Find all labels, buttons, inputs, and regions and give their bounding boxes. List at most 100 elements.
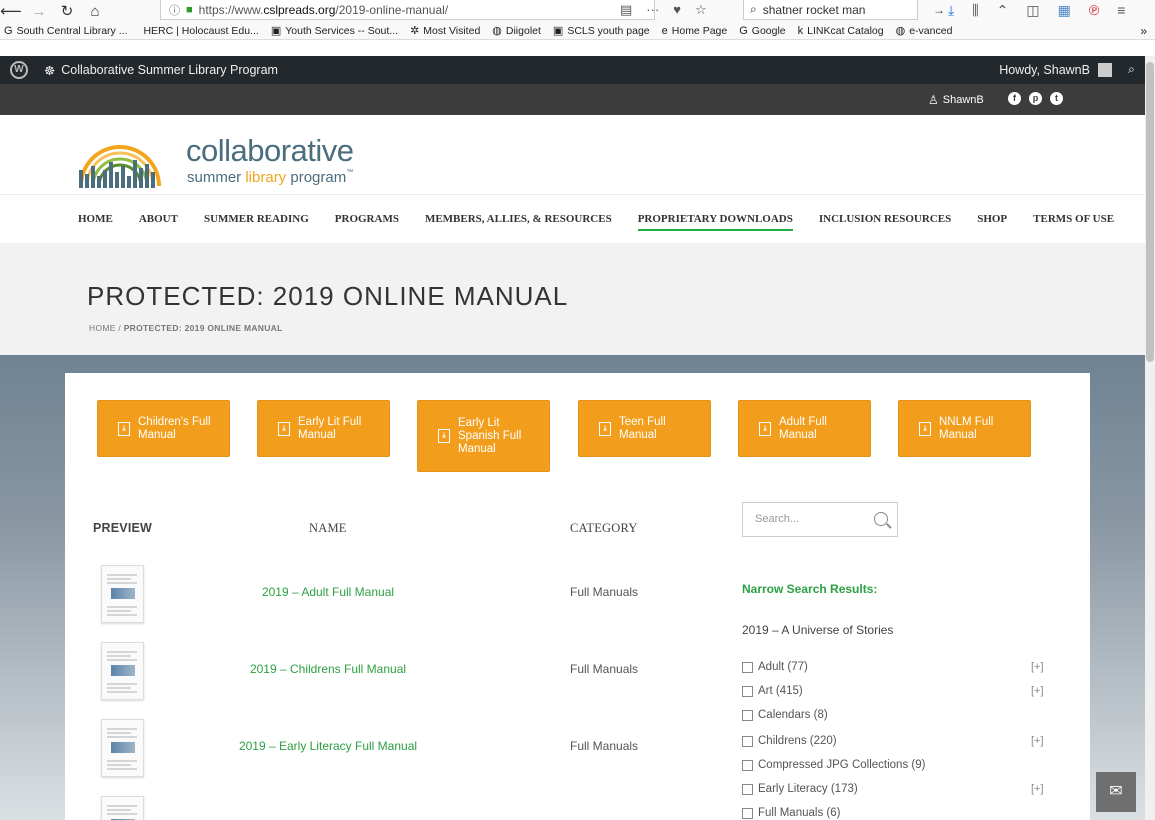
search-go-icon[interactable]: → [933, 3, 945, 17]
bookmark-icon: G [4, 24, 13, 37]
column-header-name[interactable]: NAME [309, 521, 347, 536]
admin-bar-site[interactable]: ☸ Collaborative Summer Library Program [44, 63, 278, 78]
manual-download-button[interactable]: ⤓ Early Lit Spanish Full Manual [417, 400, 550, 472]
filter-option[interactable]: Calendars (8) [742, 709, 828, 721]
filter-expand-toggle[interactable]: [+] [1031, 661, 1044, 673]
filter-checkbox[interactable] [742, 759, 753, 771]
bookmark-item[interactable]: G South Central Library ... [4, 25, 127, 37]
bookmark-item[interactable]: ◍ e-vanced [896, 24, 953, 38]
home-icon[interactable]: ⌂ [84, 3, 106, 20]
bookmark-icon: ✲ [410, 25, 420, 37]
filter-checkbox[interactable] [742, 661, 753, 673]
filter-option[interactable]: Full Manuals (6) [742, 807, 840, 819]
browser-search-input[interactable]: ⌕ shatner rocket man → [743, 0, 945, 20]
filter-checkbox[interactable] [742, 807, 753, 819]
filter-option[interactable]: Art (415) [742, 685, 803, 697]
manual-download-button[interactable]: ⤓ Children's Full Manual [97, 400, 230, 457]
manual-download-button[interactable]: ⤓ Adult Full Manual [738, 400, 871, 457]
nav-item[interactable]: TERMS OF USE [1033, 207, 1114, 231]
info-icon[interactable]: ⓘ [169, 2, 180, 18]
sidebar-icon[interactable]: ◫ [1026, 2, 1039, 19]
file-preview-thumbnail[interactable] [101, 796, 144, 820]
collection-title[interactable]: 2019 – A Universe of Stories [742, 623, 893, 637]
nav-item[interactable]: INCLUSION RESOURCES [819, 207, 951, 231]
bookmark-item[interactable]: e Home Page [662, 25, 728, 37]
bookmark-item[interactable]: ▣ Youth Services -- Sout... [271, 24, 398, 38]
page-actions-icon[interactable]: ··· [646, 2, 659, 18]
avatar [1097, 62, 1112, 77]
bookmark-item[interactable]: G Google [739, 25, 785, 37]
filter-option[interactable]: Compressed JPG Collections (9) [742, 759, 925, 771]
nav-item[interactable]: PROGRAMS [335, 207, 399, 231]
back-icon[interactable]: ⟵ [0, 2, 22, 20]
url-bar[interactable]: ⓘ ■ https://www. cslpreads.org/2019-onlin… [160, 0, 655, 20]
breadcrumb-home[interactable]: HOME [89, 323, 116, 333]
cslp-logo-icon[interactable] [75, 126, 165, 190]
pdf-icon: ⤓ [278, 421, 290, 436]
twitter-icon[interactable]: t [1050, 92, 1063, 105]
pdf-icon: ⤓ [919, 421, 931, 436]
sync-icon[interactable]: ⌃ [997, 2, 1009, 19]
pocket-icon[interactable]: ♥ [673, 2, 681, 18]
nav-item[interactable]: SUMMER READING [204, 207, 309, 231]
manual-download-button[interactable]: ⤓ NNLM Full Manual [898, 400, 1031, 457]
bookmark-item[interactable]: HERC | Holocaust Edu... [139, 25, 258, 37]
reload-icon[interactable]: ↻ [56, 2, 78, 20]
pinterest-social-icon[interactable]: p [1029, 92, 1042, 105]
library-icon[interactable]: ⫼ [972, 2, 978, 19]
filter-expand-toggle[interactable]: [+] [1031, 735, 1044, 747]
topbar-user-link[interactable]: ♙ ShawnB [928, 93, 984, 107]
filter-checkbox[interactable] [742, 783, 753, 795]
bookmark-item[interactable]: ◍ Diigolet [492, 24, 541, 38]
bookmark-item[interactable]: ▣ SCLS youth page [553, 24, 650, 38]
column-header-category[interactable]: CATEGORY [570, 521, 638, 536]
filter-option[interactable]: Early Literacy (173) [742, 783, 858, 795]
file-name-link[interactable]: 2019 – Adult Full Manual [0, 585, 656, 599]
bookmark-star-icon[interactable]: ☆ [695, 2, 707, 18]
manual-download-button[interactable]: ⤓ Early Lit Full Manual [257, 400, 390, 457]
nav-item[interactable]: PROPRIETARY DOWNLOADS [637, 207, 793, 231]
filter-option[interactable]: Childrens (220) [742, 735, 837, 747]
filter-checkbox[interactable] [742, 735, 753, 747]
download-icon[interactable]: ⤓ [948, 2, 954, 19]
file-category: Full Manuals [570, 585, 639, 599]
scrollbar-thumb[interactable] [1146, 62, 1154, 362]
filter-label: Calendars (8) [758, 709, 828, 721]
search-icon[interactable] [874, 512, 888, 526]
bookmarks-overflow-icon[interactable]: » [1140, 24, 1147, 38]
filter-expand-toggle[interactable]: [+] [1031, 685, 1044, 697]
logo-title[interactable]: collaborative [186, 133, 354, 169]
breadcrumb-current: PROTECTED: 2019 ONLINE MANUAL [123, 323, 283, 333]
pinterest-icon[interactable]: ℗ [1089, 2, 1099, 19]
admin-search-icon[interactable]: ⌕ [1128, 62, 1135, 77]
filter-label: Childrens (220) [758, 735, 837, 747]
wordpress-logo-icon[interactable]: W [10, 61, 28, 79]
forward-icon[interactable]: → [28, 3, 50, 20]
bookmark-item[interactable]: k LINKcat Catalog [798, 25, 884, 37]
pdf-icon: ⤓ [438, 429, 450, 443]
narrow-results-title: Narrow Search Results: [742, 582, 878, 596]
extension-icon[interactable]: ▦ [1058, 2, 1071, 19]
reader-view-icon[interactable]: ▤ [620, 2, 632, 18]
nav-item[interactable]: MEMBERS, ALLIES, & RESOURCES [425, 207, 612, 231]
file-name-link[interactable]: 2019 – Childrens Full Manual [0, 662, 656, 676]
column-header-preview[interactable]: PREVIEW [93, 521, 152, 535]
filter-checkbox[interactable] [742, 709, 753, 721]
page-scrollbar[interactable] [1145, 56, 1155, 820]
facebook-icon[interactable]: f [1008, 92, 1021, 105]
contact-mail-button[interactable]: ✉ [1096, 772, 1136, 812]
filter-option[interactable]: Adult (77) [742, 661, 808, 673]
filter-checkbox[interactable] [742, 685, 753, 697]
url-prefix: https://www. [198, 2, 264, 17]
nav-item[interactable]: ABOUT [139, 207, 178, 231]
bookmark-item[interactable]: ✲ Most Visited [410, 24, 480, 38]
nav-item[interactable]: HOME [78, 207, 113, 231]
file-category: Full Manuals [570, 739, 639, 753]
logo-subtitle[interactable]: summer library program™ [187, 169, 353, 186]
menu-icon[interactable]: ≡ [1117, 2, 1125, 19]
manual-download-button[interactable]: ⤓ Teen Full Manual [578, 400, 711, 457]
filter-expand-toggle[interactable]: [+] [1031, 783, 1044, 795]
admin-bar-account[interactable]: Howdy, ShawnB ⌕ [999, 62, 1135, 77]
file-name-link[interactable]: 2019 – Early Literacy Full Manual [0, 739, 656, 753]
nav-item[interactable]: SHOP [977, 207, 1007, 231]
